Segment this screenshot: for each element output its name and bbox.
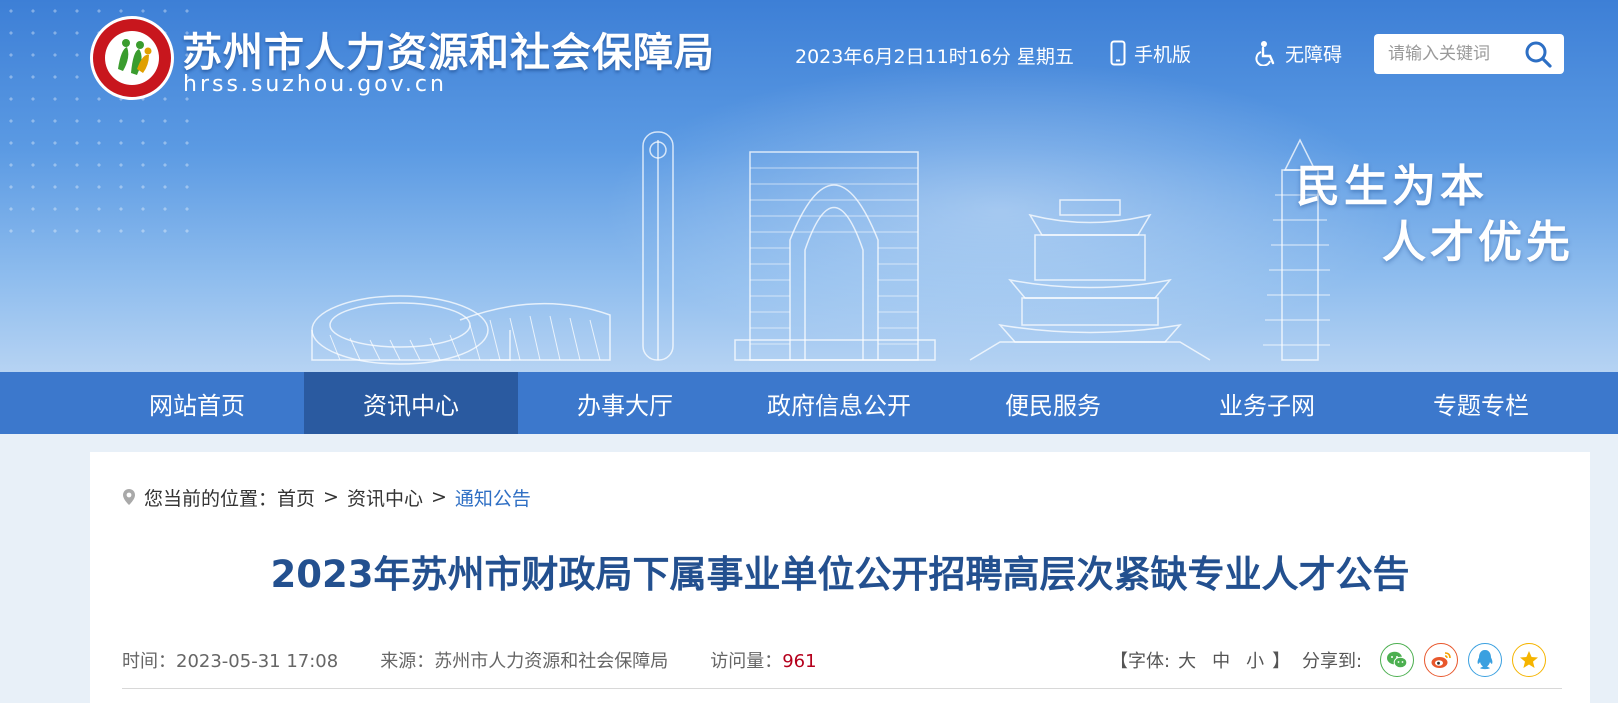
breadcrumb-news-center[interactable]: 资讯中心 (347, 484, 423, 511)
mobile-version-link[interactable]: 手机版 (1110, 40, 1191, 66)
views-label: 访问量： (710, 651, 783, 672)
slogan-line-2: 人才优先 (1382, 217, 1574, 268)
city-skyline-illustration (311, 131, 1330, 365)
current-datetime: 2023年6月2日11时16分 星期五 (795, 46, 1074, 68)
mobile-phone-icon (1110, 40, 1126, 66)
meta-divider (122, 688, 1562, 689)
slogan-line-1: 民生为本 (1296, 161, 1488, 212)
breadcrumb-separator: > (323, 486, 339, 508)
mobile-version-label: 手机版 (1134, 43, 1192, 66)
article-panel: 您当前的位置： 首页 > 资讯中心 > 通知公告 2023年苏州市财政局下属事业… (90, 452, 1590, 703)
breadcrumb-notices[interactable]: 通知公告 (455, 484, 531, 511)
nav-item-public-service[interactable]: 便民服务 (946, 372, 1160, 434)
views-value: 961 (782, 651, 817, 672)
breadcrumb-prefix: 您当前的位置： (144, 487, 278, 510)
location-pin-icon (123, 489, 135, 505)
accessibility-label: 无障碍 (1285, 43, 1343, 66)
publish-time-label: 时间： (122, 651, 176, 672)
font-control-open: 【字体: (1110, 651, 1171, 672)
site-url: hrss.suzhou.gov.cn (183, 72, 447, 97)
view-count: 访问量：961 (710, 647, 816, 673)
logo-figure-icon (118, 39, 152, 75)
nav-item-business-subsites[interactable]: 业务子网 (1160, 372, 1374, 434)
nav-item-gov-info[interactable]: 政府信息公开 (732, 372, 946, 434)
breadcrumb-home[interactable]: 首页 (277, 484, 315, 511)
search-icon[interactable] (1524, 40, 1552, 68)
accessibility-icon (1255, 41, 1275, 66)
share-wechat-button[interactable] (1380, 643, 1415, 677)
article-title: 2023年苏州市财政局下属事业单位公开招聘高层次紧缺专业人才公告 (270, 553, 1410, 596)
article-source: 来源：苏州市人力资源和社会保障局 (380, 647, 668, 673)
font-size-control: 【字体: 大 中 小 】 (1110, 646, 1290, 674)
main-nav: 网站首页 资讯中心 办事大厅 政府信息公开 便民服务 业务子网 专题专栏 (0, 372, 1618, 434)
share-weibo-button[interactable] (1424, 643, 1459, 677)
share-qzone-button[interactable] (1512, 643, 1547, 677)
nav-item-home[interactable]: 网站首页 (90, 372, 304, 434)
search-box (1374, 34, 1564, 74)
nav-item-service-hall[interactable]: 办事大厅 (518, 372, 732, 434)
qq-icon (1477, 650, 1493, 670)
font-size-large-button[interactable]: 大 (1178, 647, 1196, 673)
share-label: 分享到: (1302, 651, 1363, 672)
share-qq-button[interactable] (1468, 643, 1503, 677)
nav-item-news-center[interactable]: 资讯中心 (304, 372, 518, 434)
breadcrumb-separator: > (430, 486, 447, 508)
search-input[interactable] (1388, 41, 1518, 67)
source-label: 来源： (380, 651, 435, 672)
site-title[interactable]: 苏州市人力资源和社会保障局 (182, 20, 715, 78)
breadcrumb: 您当前的位置： 首页 > 资讯中心 > 通知公告 (122, 484, 531, 510)
font-size-small-button[interactable]: 小 (1246, 647, 1264, 673)
source-value: 苏州市人力资源和社会保障局 (434, 651, 669, 672)
article-meta: 时间：2023-05-31 17:08 来源：苏州市人力资源和社会保障局 访问量… (122, 646, 859, 674)
wechat-icon (1387, 651, 1408, 669)
publish-time-value: 2023-05-31 17:08 (176, 651, 339, 672)
nav-item-special-topics[interactable]: 专题专栏 (1374, 372, 1588, 434)
qzone-icon (1520, 651, 1539, 668)
font-size-medium-button[interactable]: 中 (1212, 647, 1230, 673)
header-banner: 苏州市人力资源和社会保障局 hrss.suzhou.gov.cn 2023年6月… (0, 0, 1618, 372)
bureau-logo[interactable] (90, 16, 174, 100)
font-control-close: 】 (1272, 651, 1291, 672)
publish-time: 时间：2023-05-31 17:08 (122, 647, 338, 673)
share-bar: 分享到: (1302, 642, 1556, 678)
accessibility-link[interactable]: 无障碍 (1255, 40, 1342, 66)
weibo-icon (1431, 652, 1451, 668)
